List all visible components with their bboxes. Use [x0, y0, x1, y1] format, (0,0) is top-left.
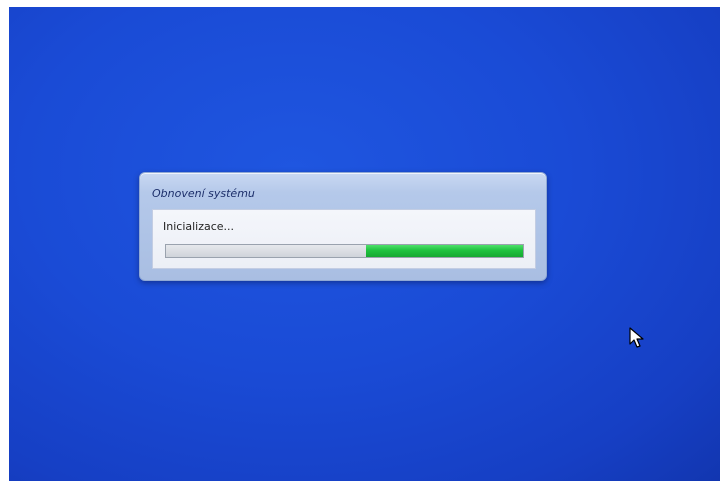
- screen-frame: Obnovení systému Inicializace...: [0, 0, 720, 481]
- dialog-title: Obnovení systému: [152, 187, 255, 200]
- desktop-background: Obnovení systému Inicializace...: [9, 7, 720, 481]
- progress-bar: [165, 244, 524, 258]
- mouse-pointer-icon: [629, 327, 644, 348]
- system-restore-dialog: Obnovení systému Inicializace...: [139, 172, 547, 281]
- progress-bar-fill: [365, 245, 523, 257]
- status-text: Inicializace...: [163, 220, 235, 233]
- dialog-body: Inicializace...: [152, 209, 536, 269]
